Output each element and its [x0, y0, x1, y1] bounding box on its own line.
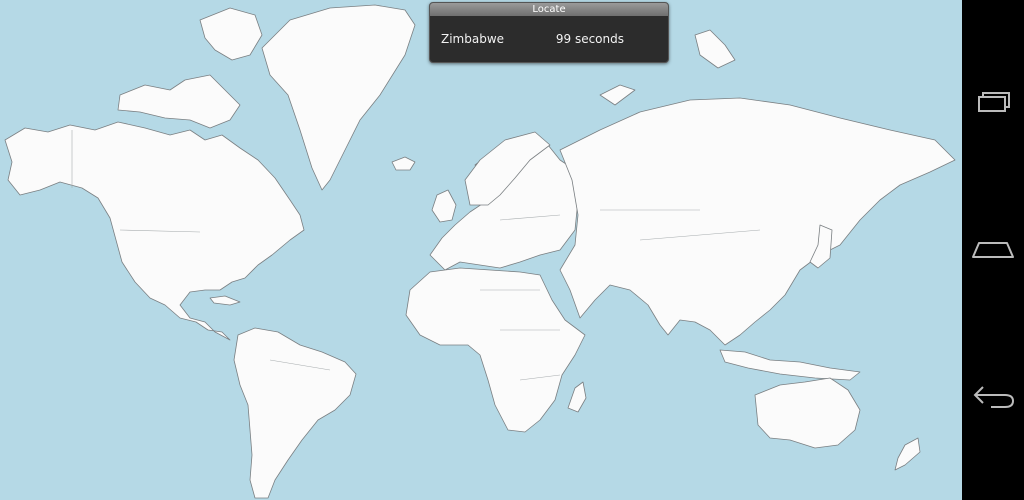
locate-dialog: Locate Zimbabwe 99 seconds [429, 2, 669, 63]
home-icon [969, 235, 1017, 265]
svalbard[interactable] [694, 29, 736, 69]
british-isles[interactable] [431, 189, 457, 223]
dialog-title: Locate [430, 3, 668, 16]
africa[interactable] [405, 267, 586, 433]
canadian-arctic-islands[interactable] [117, 74, 241, 129]
caribbean-islands[interactable] [209, 295, 241, 306]
novaya-zemlya[interactable] [599, 84, 636, 106]
new-zealand[interactable] [894, 437, 921, 471]
madagascar[interactable] [567, 381, 587, 413]
world-map-svg[interactable] [0, 0, 962, 500]
iceland[interactable] [391, 156, 416, 171]
australia[interactable] [754, 377, 861, 449]
world-map[interactable] [0, 0, 962, 500]
indonesia[interactable] [719, 349, 861, 381]
countdown-timer: 99 seconds [555, 32, 624, 46]
back-button[interactable] [969, 378, 1017, 418]
south-america[interactable] [233, 327, 357, 499]
recent-apps-button[interactable] [969, 86, 1017, 126]
baffin-island[interactable] [199, 7, 263, 61]
system-navigation-bar [962, 0, 1024, 500]
recent-apps-icon [969, 91, 1017, 121]
asia[interactable] [559, 97, 956, 346]
home-button[interactable] [969, 230, 1017, 270]
back-icon [969, 383, 1017, 413]
target-country-label: Zimbabwe [441, 32, 505, 46]
